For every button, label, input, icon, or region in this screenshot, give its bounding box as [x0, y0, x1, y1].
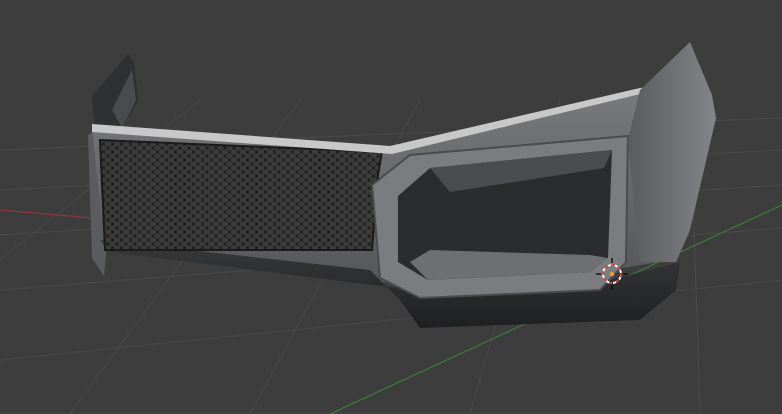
- side-fin-right: [628, 42, 716, 262]
- mesh-grille: [98, 138, 384, 251]
- bumper-model[interactable]: [88, 42, 716, 328]
- 3d-viewport[interactable]: [0, 0, 782, 414]
